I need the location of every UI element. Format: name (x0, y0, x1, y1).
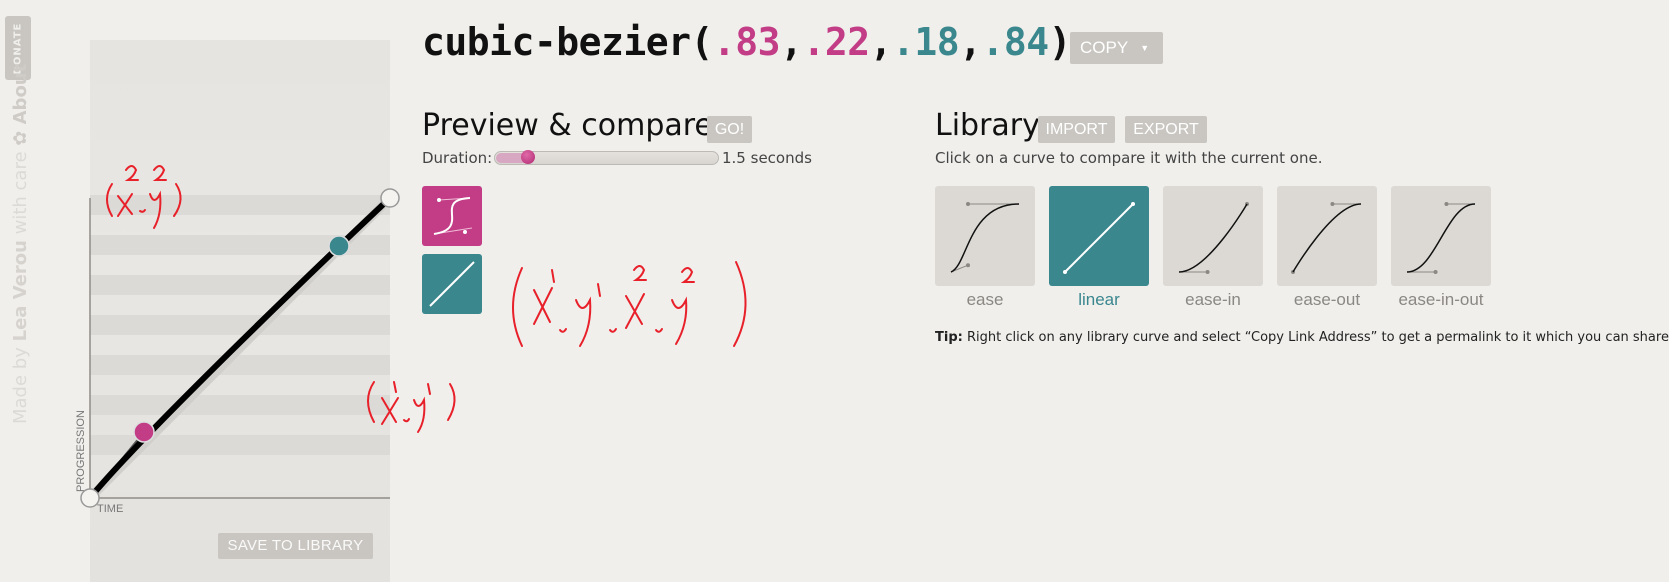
preview-compare-curve[interactable] (422, 254, 482, 314)
library-curve-graphic (950, 202, 1020, 273)
bezier-graph[interactable]: PROGRESSION TIME (70, 140, 400, 530)
star-icon: ✿ (10, 124, 31, 146)
credit-strip: Made by Lea Verou with care ✿ About (6, 64, 32, 424)
separator: , (959, 20, 982, 64)
tip-label: Tip: (935, 330, 963, 345)
preview-current-curve[interactable] (422, 186, 482, 246)
p2y-value: .84 (981, 20, 1050, 64)
chevron-down-icon: ▼ (1140, 43, 1150, 53)
library-curve-graphic (1063, 202, 1135, 274)
p2x-value: .18 (891, 20, 960, 64)
about-link[interactable]: About (10, 64, 31, 125)
library-description: Click on a curve to compare it with the … (935, 149, 1323, 167)
graph-stripes (90, 195, 390, 455)
copy-label: COPY (1080, 38, 1129, 57)
progression-label: PROGRESSION (75, 410, 87, 492)
annotation-near-previews (512, 261, 747, 347)
library-curve-ease[interactable] (935, 186, 1035, 286)
separator: , (869, 20, 893, 64)
library-curve-graphic (1291, 202, 1362, 274)
p1x-value: .83 (712, 20, 781, 64)
current-curve-icon (433, 197, 473, 235)
time-label: TIME (97, 503, 123, 515)
tip-text: Right click on any library curve and sel… (962, 330, 1669, 345)
close-paren: ) (1048, 20, 1072, 64)
cubic-bezier-value[interactable]: cubic-bezier(.83,.22,.18,.84) (422, 20, 1072, 64)
function-name: cubic-bezier( (422, 20, 713, 64)
library-curve-graphic (1406, 202, 1476, 274)
library-curve-ease-in[interactable] (1163, 186, 1263, 286)
library-curve-label: linear (1078, 290, 1120, 309)
library-curve-ease-in-out[interactable] (1391, 186, 1491, 286)
credit-author-link[interactable]: Lea Verou (10, 240, 31, 341)
preview-heading: Preview & compare (422, 108, 713, 143)
duration-value: 1.5 seconds (722, 149, 812, 167)
library-curve-linear[interactable] (1049, 186, 1149, 286)
library-curve-ease-out[interactable] (1277, 186, 1377, 286)
p1-handle[interactable] (133, 421, 155, 443)
library-curve-label: ease-in (1185, 290, 1241, 309)
separator: , (780, 20, 803, 64)
export-button[interactable]: EXPORT (1125, 116, 1207, 143)
library-curve-label: ease (966, 290, 1004, 309)
library-tip: Tip: Right click on any library curve an… (935, 330, 1669, 345)
go-button[interactable]: GO! (707, 116, 752, 143)
p1y-value: .22 (802, 20, 870, 64)
library-curve-graphic (1178, 202, 1249, 274)
library-curve-label: ease-out (1293, 290, 1361, 309)
library-heading: Library (935, 108, 1040, 143)
end-point (380, 188, 400, 208)
p2-handle[interactable] (328, 235, 350, 257)
linear-curve-icon (429, 261, 475, 307)
duration-label: Duration: (422, 149, 493, 167)
credit-prefix: Made by (10, 341, 31, 424)
start-point (80, 488, 100, 508)
copy-button[interactable]: COPY ▼ (1070, 32, 1163, 64)
library-curve-label: ease-in-out (1398, 290, 1484, 309)
save-to-library-button[interactable]: SAVE TO LIBRARY (218, 533, 373, 559)
duration-slider-thumb[interactable] (521, 150, 535, 164)
credit-suffix: with care (10, 145, 31, 241)
import-button[interactable]: IMPORT (1038, 116, 1115, 143)
